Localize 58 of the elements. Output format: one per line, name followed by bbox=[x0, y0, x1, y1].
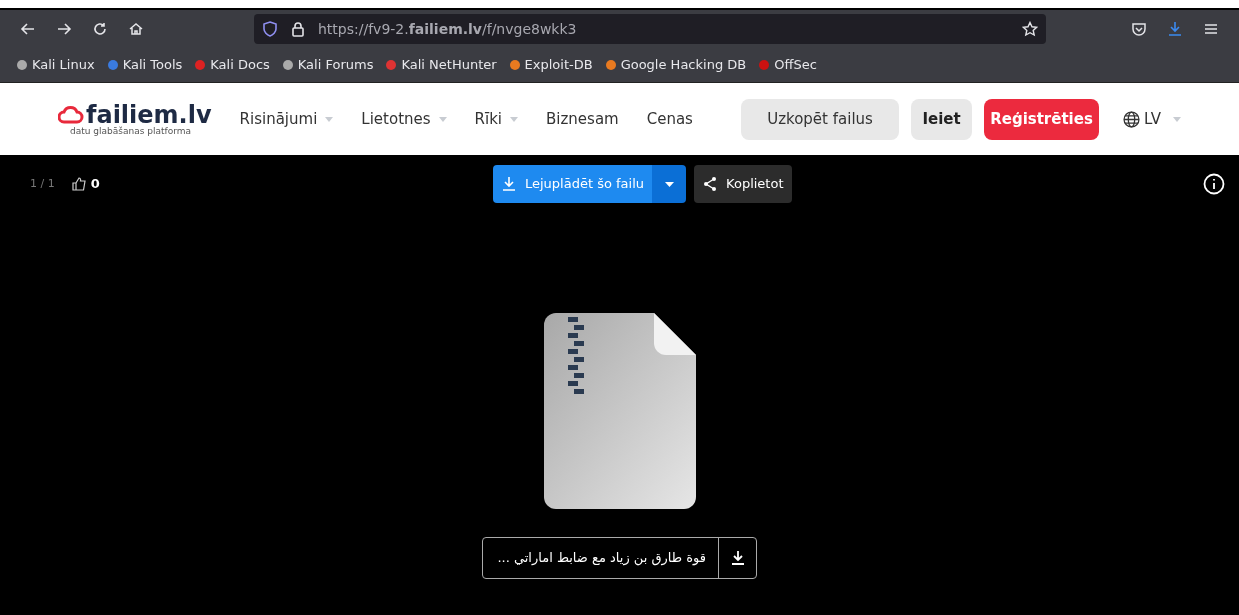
language-selector[interactable]: LV bbox=[1123, 107, 1181, 131]
bookmark-link[interactable]: Kali Docs bbox=[194, 55, 270, 75]
register-button[interactable]: Reģistrēties bbox=[984, 98, 1099, 140]
page-counter: 1 / 1 bbox=[30, 175, 55, 192]
download-icon bbox=[729, 550, 746, 566]
share-button[interactable]: Koplietot bbox=[694, 165, 792, 203]
bookmark-icon bbox=[194, 59, 207, 71]
bookmark-link[interactable]: Exploit-DB bbox=[508, 55, 593, 75]
nav-link[interactable]: Cenas bbox=[646, 107, 693, 131]
file-name: قوة طارق بن زياد مع ضابط اماراتي ... bbox=[496, 549, 707, 568]
nav-link[interactable]: Risinājumi bbox=[239, 107, 334, 131]
bookmark-icon bbox=[106, 59, 119, 71]
bookmark-icon bbox=[385, 59, 398, 71]
nav-link[interactable]: Lietotnes bbox=[361, 107, 447, 131]
download-file-button[interactable]: Lejuplādēt šo failu bbox=[493, 165, 653, 203]
lock-icon bbox=[290, 21, 306, 37]
thumbs-up-icon[interactable] bbox=[70, 176, 87, 192]
logo-text[interactable]: failiem.lv bbox=[86, 102, 212, 127]
bookmark-icon bbox=[758, 59, 771, 71]
download-options-button[interactable] bbox=[652, 165, 687, 203]
url-text: https://fv9-2.failiem.lv/f/nvge8wkk3 bbox=[318, 19, 577, 39]
zip-file-icon bbox=[543, 313, 696, 509]
forward-icon[interactable] bbox=[56, 21, 72, 37]
shield-icon bbox=[262, 21, 278, 37]
back-icon[interactable] bbox=[20, 21, 36, 37]
bookmark-icon bbox=[16, 59, 28, 71]
cloud-logo-icon bbox=[58, 104, 84, 125]
bookmark-icon bbox=[604, 59, 617, 71]
caret-icon bbox=[438, 116, 447, 122]
nav-link[interactable]: Biznesam bbox=[546, 107, 619, 131]
copy-files-button[interactable]: Uzkopēt failus bbox=[741, 98, 899, 140]
nav-link[interactable]: Rīki bbox=[474, 107, 519, 131]
reload-icon[interactable] bbox=[92, 21, 108, 37]
globe-icon bbox=[1123, 110, 1140, 128]
star-icon[interactable] bbox=[1022, 21, 1038, 37]
share-icon bbox=[702, 176, 719, 192]
download-icon bbox=[501, 176, 517, 192]
caret-icon bbox=[510, 116, 519, 122]
like-count: 0 bbox=[90, 175, 100, 194]
address-bar[interactable]: https://fv9-2.failiem.lv/f/nvge8wkk3 bbox=[254, 14, 1046, 44]
logo-tagline: datu glabāšanas platforma bbox=[70, 126, 191, 136]
bookmark-icon bbox=[508, 59, 521, 71]
info-icon[interactable] bbox=[1203, 173, 1225, 195]
menu-icon[interactable] bbox=[1203, 21, 1219, 37]
bookmark-link[interactable]: Kali NetHunter bbox=[385, 55, 497, 75]
home-icon[interactable] bbox=[128, 21, 144, 37]
bookmark-icon bbox=[281, 59, 294, 71]
download-icon[interactable] bbox=[1167, 21, 1183, 37]
bookmark-link[interactable]: Google Hacking DB bbox=[604, 55, 747, 75]
caret-icon bbox=[664, 181, 674, 187]
caret-icon bbox=[325, 116, 334, 122]
bookmark-link[interactable]: OffSec bbox=[758, 55, 817, 75]
bookmark-link[interactable]: Kali Tools bbox=[106, 55, 183, 75]
pocket-icon[interactable] bbox=[1131, 21, 1147, 37]
bookmark-link[interactable]: Kali Linux bbox=[16, 55, 95, 75]
bookmark-link[interactable]: Kali Forums bbox=[281, 55, 374, 75]
caret-icon bbox=[1173, 116, 1181, 122]
login-button[interactable]: Ieiet bbox=[911, 98, 972, 140]
